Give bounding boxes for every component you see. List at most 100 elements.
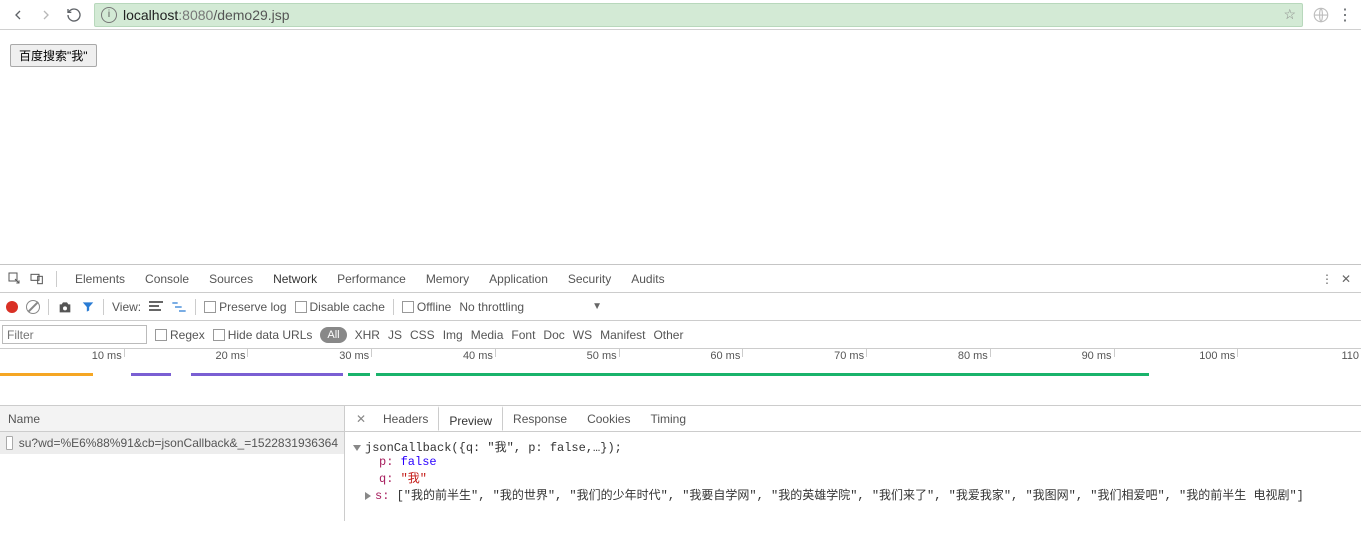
preview-body[interactable]: jsonCallback({q: "我", p: false,…}); p: f… — [345, 432, 1361, 521]
timeline-tick — [866, 349, 867, 357]
bookmark-star-icon[interactable]: ☆ — [1283, 6, 1296, 23]
tab-network[interactable]: Network — [263, 265, 327, 293]
preserve-log-checkbox[interactable]: Preserve log — [204, 300, 286, 314]
filter-toggle-icon[interactable] — [81, 300, 95, 314]
request-name-text: su?wd=%E6%88%91&cb=jsonCallback&_=152283… — [19, 436, 338, 450]
baidu-search-button[interactable]: 百度搜索"我" — [10, 44, 97, 67]
timeline-tick — [619, 349, 620, 357]
filter-input[interactable] — [2, 325, 147, 344]
timeline-tick-label: 20 ms — [215, 350, 245, 362]
filter-other[interactable]: Other — [653, 328, 683, 342]
timeline-tick-label: 10 ms — [92, 350, 122, 362]
filter-font[interactable]: Font — [511, 328, 535, 342]
tab-memory[interactable]: Memory — [416, 265, 479, 293]
preview-p-line: p: false — [353, 455, 1353, 469]
page-content: 百度搜索"我" — [0, 30, 1361, 264]
tab-sources[interactable]: Sources — [199, 265, 263, 293]
tab-elements[interactable]: Elements — [65, 265, 135, 293]
filter-doc[interactable]: Doc — [543, 328, 564, 342]
filter-js[interactable]: JS — [388, 328, 402, 342]
timeline-tick-label: 60 ms — [710, 350, 740, 362]
request-row[interactable]: su?wd=%E6%88%91&cb=jsonCallback&_=152283… — [0, 432, 344, 454]
regex-checkbox[interactable]: Regex — [155, 328, 205, 342]
devtools-close-icon[interactable]: ✕ — [1341, 272, 1351, 286]
devtools-menu-icon[interactable]: ⋮ — [1321, 272, 1333, 286]
throttling-dropdown-icon[interactable]: ▼ — [592, 301, 602, 312]
reload-button[interactable] — [62, 3, 86, 27]
preview-q-line: q: "我" — [353, 469, 1353, 486]
file-icon — [6, 436, 13, 450]
request-name-header[interactable]: Name — [0, 406, 344, 432]
timeline-tick — [124, 349, 125, 357]
address-bar[interactable]: i localhost:8080/demo29.jsp ☆ — [94, 3, 1303, 27]
tab-audits[interactable]: Audits — [621, 265, 674, 293]
timeline-tick — [247, 349, 248, 357]
capture-screenshots-icon[interactable] — [57, 300, 73, 314]
detail-tab-headers[interactable]: Headers — [373, 406, 438, 431]
filter-css[interactable]: CSS — [410, 328, 435, 342]
timeline-bar — [348, 373, 370, 376]
filter-xhr[interactable]: XHR — [355, 328, 380, 342]
network-body: Name su?wd=%E6%88%91&cb=jsonCallback&_=1… — [0, 406, 1361, 521]
browser-toolbar: i localhost:8080/demo29.jsp ☆ ⋮ — [0, 0, 1361, 30]
detail-tab-preview[interactable]: Preview — [438, 406, 503, 431]
timeline-tick-label: 30 ms — [339, 350, 369, 362]
tab-console[interactable]: Console — [135, 265, 199, 293]
filter-img[interactable]: Img — [443, 328, 463, 342]
devtools-tabbar: Elements Console Sources Network Perform… — [0, 265, 1361, 293]
timeline-tick-label: 50 ms — [587, 350, 617, 362]
forward-button[interactable] — [34, 3, 58, 27]
filter-media[interactable]: Media — [471, 328, 504, 342]
timeline-bar — [191, 373, 343, 376]
view-list-icon[interactable] — [149, 301, 163, 313]
globe-icon[interactable] — [1311, 5, 1331, 25]
timeline-tick-label: 70 ms — [834, 350, 864, 362]
devtools-panel: Elements Console Sources Network Perform… — [0, 264, 1361, 521]
detail-tab-cookies[interactable]: Cookies — [577, 406, 640, 431]
tab-performance[interactable]: Performance — [327, 265, 416, 293]
disable-cache-checkbox[interactable]: Disable cache — [295, 300, 385, 314]
throttling-select[interactable]: No throttling — [459, 300, 524, 314]
timeline-tick — [1114, 349, 1115, 357]
hide-data-urls-checkbox[interactable]: Hide data URLs — [213, 328, 313, 342]
tab-application[interactable]: Application — [479, 265, 558, 293]
view-label: View: — [112, 300, 141, 314]
record-button[interactable] — [6, 301, 18, 313]
preview-s-line[interactable]: s: ["我的前半生", "我的世界", "我们的少年时代", "我要自学网",… — [353, 486, 1353, 503]
detail-tab-response[interactable]: Response — [503, 406, 577, 431]
filter-manifest[interactable]: Manifest — [600, 328, 645, 342]
network-toolbar: View: Preserve log Disable cache Offline… — [0, 293, 1361, 321]
timeline-tick-label: 40 ms — [463, 350, 493, 362]
network-timeline[interactable]: 10 ms20 ms30 ms40 ms50 ms60 ms70 ms80 ms… — [0, 349, 1361, 406]
timeline-tick-label: 90 ms — [1082, 350, 1112, 362]
timeline-tick-label: 100 ms — [1199, 350, 1235, 362]
offline-checkbox[interactable]: Offline — [402, 300, 451, 314]
timeline-tick — [495, 349, 496, 357]
tab-security[interactable]: Security — [558, 265, 621, 293]
timeline-bar — [0, 373, 93, 376]
device-toggle-icon[interactable] — [26, 268, 48, 290]
detail-tabbar: ✕ Headers Preview Response Cookies Timin… — [345, 406, 1361, 432]
detail-close-icon[interactable]: ✕ — [349, 406, 373, 431]
browser-menu-icon[interactable]: ⋮ — [1335, 5, 1355, 25]
filter-all-pill[interactable]: All — [320, 327, 346, 343]
caret-down-icon[interactable] — [353, 445, 361, 451]
inspect-element-icon[interactable] — [4, 268, 26, 290]
timeline-tick-label: 110 — [1341, 350, 1359, 362]
filter-ws[interactable]: WS — [573, 328, 592, 342]
clear-button[interactable] — [26, 300, 40, 314]
url-text: localhost:8080/demo29.jsp — [123, 7, 290, 23]
timeline-tick — [742, 349, 743, 357]
timeline-bar — [131, 373, 172, 376]
separator — [56, 271, 57, 287]
timeline-tick — [371, 349, 372, 357]
site-info-icon[interactable]: i — [101, 7, 117, 23]
back-button[interactable] — [6, 3, 30, 27]
detail-tab-timing[interactable]: Timing — [640, 406, 696, 431]
network-filterbar: Regex Hide data URLs All XHR JS CSS Img … — [0, 321, 1361, 349]
caret-right-icon[interactable] — [365, 492, 371, 500]
view-waterfall-icon[interactable] — [171, 301, 187, 313]
preview-root-line[interactable]: jsonCallback({q: "我", p: false,…}); — [353, 438, 1353, 455]
request-detail: ✕ Headers Preview Response Cookies Timin… — [345, 406, 1361, 521]
timeline-tick — [990, 349, 991, 357]
